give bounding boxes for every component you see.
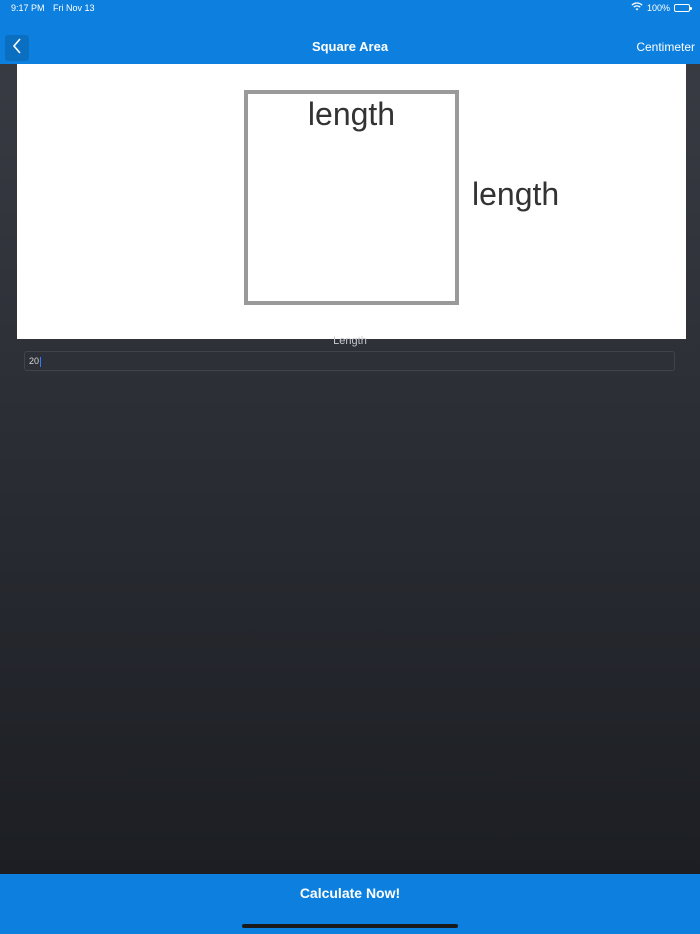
side-length-label: length [472, 176, 560, 212]
length-input-value: 20 [29, 356, 40, 366]
date-text: Fri Nov 13 [53, 3, 95, 13]
status-time: 9:17 PM Fri Nov 13 [11, 3, 95, 13]
length-input[interactable]: 20 [24, 351, 675, 371]
top-bar: 9:17 PM Fri Nov 13 100% Square Area Cent… [0, 0, 700, 64]
page-title: Square Area [311, 39, 389, 54]
battery-text: 100% [646, 2, 670, 13]
status-right: 100% [631, 2, 692, 13]
unit-selector-button[interactable]: Centimeter [636, 40, 695, 54]
battery-icon [674, 3, 692, 12]
length-field-label: Length [333, 335, 367, 347]
home-indicator [242, 924, 458, 928]
wifi-icon [631, 2, 643, 13]
time-text: 9:17 PM [11, 3, 45, 13]
text-caret [40, 356, 42, 367]
top-length-label: length [307, 96, 396, 132]
square-diagram: length length [17, 64, 686, 339]
